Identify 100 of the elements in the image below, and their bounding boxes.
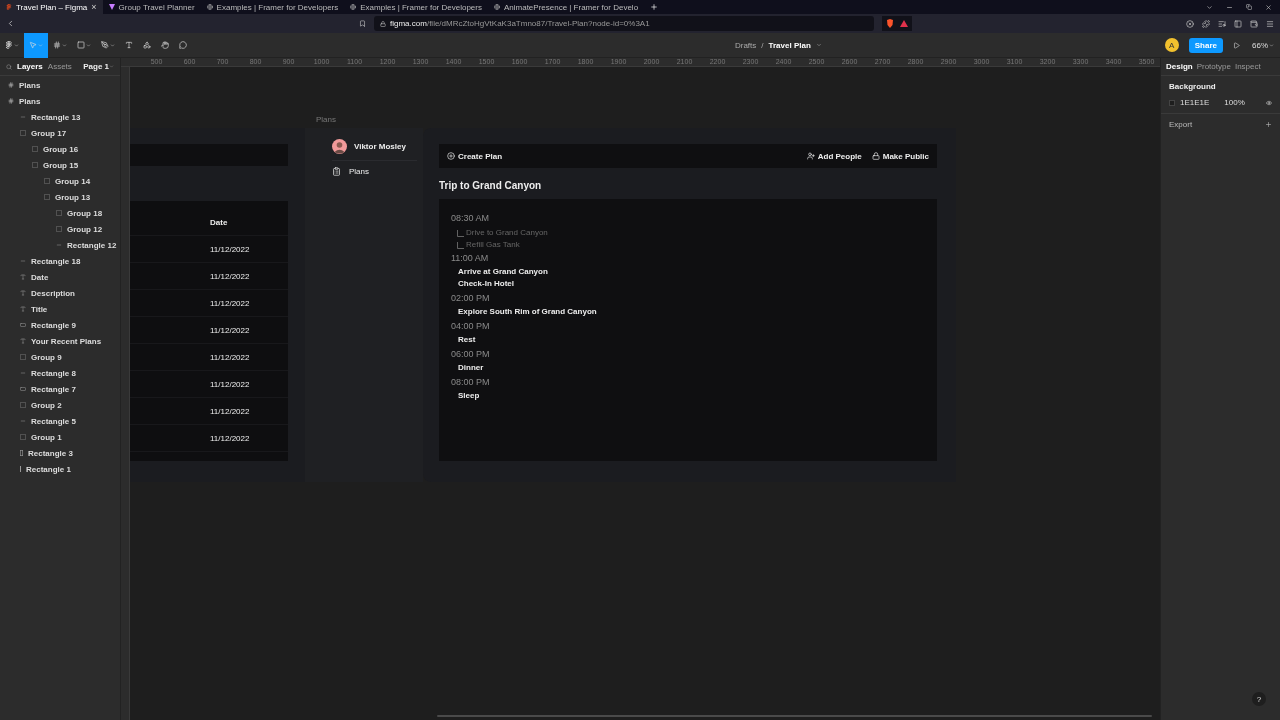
layer-item[interactable]: Plans bbox=[0, 93, 120, 109]
table-cell: 11/12/2022 bbox=[210, 379, 250, 389]
breadcrumb-link[interactable]: Drafts bbox=[734, 40, 757, 50]
layer-item[interactable]: Rectangle 18 bbox=[0, 253, 120, 269]
layer-item[interactable]: Group 1 bbox=[0, 429, 120, 445]
back-icon[interactable] bbox=[6, 19, 15, 28]
table-cell: 11/12/2022 bbox=[210, 271, 250, 281]
layer-item[interactable]: Group 12 bbox=[0, 221, 120, 237]
frame-label[interactable]: Plans bbox=[316, 115, 336, 124]
task-text: Check-In Hotel bbox=[457, 277, 515, 289]
playlist-icon[interactable] bbox=[1218, 19, 1226, 28]
close-icon[interactable] bbox=[1265, 3, 1272, 11]
user-avatar[interactable]: A bbox=[1164, 38, 1179, 52]
layer-item[interactable]: Rectangle 5 bbox=[0, 413, 120, 429]
wallet-icon[interactable] bbox=[1250, 19, 1258, 28]
close-tab-button[interactable]: × bbox=[91, 2, 97, 12]
opacity-value[interactable]: 100% bbox=[1224, 98, 1245, 107]
layer-item[interactable]: Group 14 bbox=[0, 173, 120, 189]
time-label: 02:00 PM bbox=[451, 292, 491, 305]
time-label: 08:30 AM bbox=[451, 212, 491, 225]
panel-tab[interactable]: Assets bbox=[47, 62, 72, 71]
visibility-icon[interactable] bbox=[1266, 99, 1272, 106]
caret-icon bbox=[38, 42, 43, 48]
triangle-icon[interactable] bbox=[900, 20, 908, 27]
time-label: 04:00 PM bbox=[451, 320, 491, 333]
layer-item[interactable]: Group 16 bbox=[0, 141, 120, 157]
task-text: Dinner bbox=[457, 361, 485, 373]
layer-item[interactable]: Group 15 bbox=[0, 157, 120, 173]
panel-tab[interactable]: Layers bbox=[17, 62, 43, 71]
layer-item[interactable]: Group 13 bbox=[0, 189, 120, 205]
globe-icon bbox=[350, 4, 357, 10]
layer-item[interactable]: Rectangle 1 bbox=[0, 461, 120, 477]
create-plan-button[interactable]: Create Plan bbox=[447, 151, 503, 161]
user-name: Viktor Mosley bbox=[354, 142, 406, 151]
layer-item[interactable]: Rectangle 8 bbox=[0, 365, 120, 381]
page-dropdown[interactable]: Page 1 bbox=[83, 62, 114, 71]
browser-tab[interactable]: Examples | Framer for Developers bbox=[200, 0, 345, 14]
text-icon bbox=[20, 338, 26, 344]
address-bar[interactable]: figma.com/file/dMRcZtoHgVtKaK3aTmno87/Travel-Plan?node-id=0%3A1 bbox=[374, 16, 874, 31]
layer-item[interactable]: Date bbox=[0, 269, 120, 285]
layer-item[interactable]: Rectangle 12 bbox=[0, 237, 120, 253]
layer-item[interactable]: Title bbox=[0, 301, 120, 317]
add-icon[interactable] bbox=[1265, 121, 1272, 128]
rectangle-icon bbox=[20, 386, 26, 392]
layer-item[interactable]: Rectangle 13 bbox=[0, 109, 120, 125]
rectangle-icon bbox=[20, 450, 23, 456]
globe-icon bbox=[206, 4, 213, 10]
sidebar-item[interactable]: Plans bbox=[332, 167, 423, 176]
search-icon[interactable] bbox=[6, 63, 12, 70]
panel-tab[interactable]: Design bbox=[1166, 62, 1193, 71]
shield-icon[interactable] bbox=[886, 19, 894, 28]
line-icon bbox=[20, 370, 26, 376]
text-icon bbox=[20, 290, 26, 296]
browser-tab[interactable]: Travel Plan – Figma × bbox=[0, 0, 103, 14]
user-plus-icon bbox=[806, 152, 815, 160]
table-cell: 11/12/2022 bbox=[210, 406, 250, 416]
layer-item[interactable]: Group 17 bbox=[0, 125, 120, 141]
section-title: Export bbox=[1169, 120, 1193, 129]
globe-icon bbox=[493, 4, 500, 10]
browser-tab[interactable]: Examples | Framer for Developers bbox=[344, 0, 488, 14]
color-value[interactable]: 1E1E1E bbox=[1180, 98, 1210, 107]
panel-tab[interactable]: Prototype bbox=[1196, 62, 1231, 71]
zoom-dropdown[interactable]: 66% bbox=[1252, 40, 1274, 50]
add-people-button[interactable]: Add People bbox=[806, 151, 862, 161]
layer-item[interactable]: Group 2 bbox=[0, 397, 120, 413]
chevron-down-icon[interactable] bbox=[1206, 3, 1213, 11]
layer-item[interactable]: Your Recent Plans bbox=[0, 333, 120, 349]
task-text: Explore South Rim of Grand Canyon bbox=[457, 305, 598, 317]
restore-icon[interactable] bbox=[1246, 4, 1252, 10]
layer-item[interactable]: Plans bbox=[0, 77, 120, 93]
frame-icon bbox=[8, 98, 14, 104]
triangle-logo-icon bbox=[108, 4, 115, 10]
layer-item[interactable]: Description bbox=[0, 285, 120, 301]
layer-item[interactable]: Group 9 bbox=[0, 349, 120, 365]
bookmark-icon[interactable] bbox=[359, 20, 366, 27]
menu-icon[interactable] bbox=[1266, 19, 1274, 28]
layer-item[interactable]: Group 18 bbox=[0, 205, 120, 221]
new-tab-icon[interactable] bbox=[650, 3, 659, 11]
table-cell: 11/12/2022 bbox=[210, 433, 250, 443]
browser-tab[interactable]: AnimatePresence | Framer for Develo bbox=[487, 0, 645, 14]
layer-item[interactable]: Rectangle 3 bbox=[0, 445, 120, 461]
puzzle-icon[interactable] bbox=[1202, 19, 1210, 28]
table-cell: 11/12/2022 bbox=[210, 352, 250, 362]
scrollbar[interactable] bbox=[437, 715, 1152, 717]
move-tool-button[interactable] bbox=[24, 32, 48, 58]
panel-tab[interactable]: Inspect bbox=[1234, 62, 1261, 71]
browser-tab[interactable]: Group Travel Planner bbox=[102, 0, 201, 14]
present-icon[interactable] bbox=[1233, 41, 1240, 49]
file-name[interactable]: Travel Plan bbox=[768, 40, 811, 50]
color-swatch[interactable] bbox=[1169, 99, 1175, 106]
sidebar-icon[interactable] bbox=[1234, 19, 1242, 28]
line-icon bbox=[20, 258, 26, 264]
task-text: Arrive at Grand Canyon bbox=[457, 265, 549, 277]
layer-item[interactable]: Rectangle 9 bbox=[0, 317, 120, 333]
time-label: 11:00 AM bbox=[451, 252, 490, 265]
help-button[interactable]: ? bbox=[1252, 692, 1266, 706]
caret-icon bbox=[110, 42, 115, 48]
figma-logo-icon bbox=[5, 41, 13, 49]
layer-item[interactable]: Rectangle 7 bbox=[0, 381, 120, 397]
make-public-button[interactable]: Make Public bbox=[871, 151, 929, 161]
